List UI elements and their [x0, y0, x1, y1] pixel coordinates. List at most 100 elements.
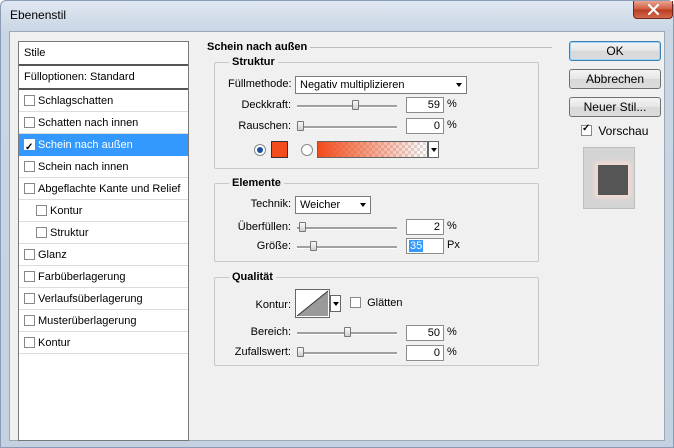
opacity-label: Deckkraft: [241, 99, 291, 111]
style-item-label: Schein nach außen [38, 139, 133, 151]
checkbox-icon[interactable] [24, 182, 35, 194]
spread-label: Überfüllen: [237, 221, 291, 233]
checkbox-icon[interactable] [24, 116, 35, 128]
range-unit: % [447, 326, 457, 338]
gradient-radio[interactable] [301, 144, 313, 156]
style-item-label: Kontur [50, 205, 83, 217]
checkbox-icon[interactable] [36, 226, 47, 238]
style-item[interactable]: Kontur [19, 332, 188, 354]
checkbox-icon[interactable] [24, 248, 35, 260]
close-button[interactable] [633, 1, 673, 19]
style-item-label: Kontur [38, 337, 71, 349]
preview-checkbox[interactable]: Vorschau [581, 123, 648, 138]
elemente-title: Elemente [229, 177, 284, 189]
checkbox-icon [350, 296, 361, 308]
blending-options-item[interactable]: Fülloptionen: Standard [19, 66, 188, 90]
gradient-dropdown-button[interactable] [428, 141, 439, 158]
jitter-input[interactable]: 0 [406, 345, 444, 361]
style-item[interactable]: Abgeflachte Kante und Relief [19, 178, 188, 200]
technique-label: Technik: [250, 198, 291, 210]
style-item[interactable]: Struktur [19, 222, 188, 244]
qualitaet-title: Qualität [229, 271, 276, 283]
jitter-unit: % [447, 346, 457, 358]
group-title: Schein nach außen [204, 41, 311, 53]
struktur-title: Struktur [229, 56, 278, 68]
checkbox-icon [581, 123, 592, 137]
style-item[interactable]: Kontur [19, 200, 188, 222]
style-item[interactable]: Schlagschatten [19, 90, 188, 112]
style-item[interactable]: Schein nach innen [19, 156, 188, 178]
title-bar[interactable]: Ebenenstil [1, 1, 673, 31]
anti-alias-label: Glätten [367, 297, 403, 309]
noise-slider-thumb[interactable] [297, 121, 304, 131]
contour-dropdown-button[interactable] [330, 295, 341, 312]
chevron-down-icon [456, 83, 462, 87]
glow-color-swatch[interactable] [271, 141, 288, 158]
style-item[interactable]: Farbüberlagerung [19, 266, 188, 288]
style-preview [583, 147, 635, 209]
size-input-value: 35 [409, 240, 424, 252]
style-item-label: Verlaufsüberlagerung [38, 293, 143, 305]
checkbox-icon[interactable] [24, 314, 35, 326]
jitter-slider-thumb[interactable] [297, 347, 304, 357]
blend-mode-label: Füllmethode: [228, 78, 292, 90]
jitter-label: Zufallswert: [234, 346, 291, 358]
styles-header[interactable]: Stile [19, 42, 188, 66]
style-item-label: Schein nach innen [38, 161, 129, 173]
opacity-input[interactable]: 59 [406, 97, 444, 113]
noise-unit: % [447, 119, 457, 131]
checkbox-icon[interactable] [24, 160, 35, 172]
style-item[interactable]: Verlaufsüberlagerung [19, 288, 188, 310]
size-input[interactable]: 35 [406, 238, 444, 254]
jitter-slider-track[interactable] [297, 352, 397, 355]
opacity-slider-thumb[interactable] [352, 100, 359, 110]
style-item-label: Glanz [38, 249, 67, 261]
style-item-label: Schlagschatten [38, 95, 114, 107]
noise-input[interactable]: 0 [406, 118, 444, 134]
new-style-button[interactable]: Neuer Stil... [569, 97, 661, 117]
blend-mode-dropdown[interactable]: Negativ multiplizieren [295, 76, 467, 94]
checkbox-icon[interactable] [24, 137, 35, 159]
anti-alias-checkbox[interactable]: Glätten [350, 296, 403, 309]
style-item-label: Struktur [50, 227, 89, 239]
size-unit: Px [447, 239, 460, 251]
style-item[interactable]: Glanz [19, 244, 188, 266]
opacity-slider-track[interactable] [297, 105, 397, 108]
close-icon [647, 4, 660, 15]
spread-slider-track[interactable] [297, 227, 397, 230]
style-item[interactable]: Musterüberlagerung [19, 310, 188, 332]
contour-preview[interactable] [295, 289, 330, 318]
opacity-unit: % [447, 98, 457, 110]
contour-linear-icon [296, 290, 329, 317]
range-slider-thumb[interactable] [344, 327, 351, 337]
checkbox-icon[interactable] [24, 94, 35, 106]
solid-color-radio[interactable] [254, 144, 266, 156]
range-label: Bereich: [250, 326, 291, 338]
cancel-button[interactable]: Abbrechen [569, 69, 661, 89]
checkbox-icon[interactable] [24, 270, 35, 282]
contour-label: Kontur: [255, 299, 291, 311]
style-item-label: Abgeflachte Kante und Relief [38, 183, 181, 195]
noise-slider-track[interactable] [297, 126, 397, 129]
style-preview-swatch [598, 165, 628, 195]
spread-slider-thumb[interactable] [299, 222, 306, 232]
styles-list: Stile Fülloptionen: Standard Schlagschat… [18, 41, 189, 441]
style-item[interactable]: Schein nach außen [19, 134, 188, 159]
outer-glow-group: Schein nach außen Struktur Füllmethode: … [198, 41, 553, 441]
style-item-label: Schatten nach innen [38, 117, 139, 129]
style-item[interactable]: Schatten nach innen [19, 112, 188, 134]
ok-button[interactable]: OK [569, 41, 661, 61]
technique-value: Weicher [300, 199, 341, 211]
size-slider-thumb[interactable] [310, 241, 317, 251]
checkbox-icon[interactable] [36, 204, 47, 216]
gradient-preview[interactable] [317, 141, 428, 158]
checkbox-icon[interactable] [24, 292, 35, 304]
spread-input[interactable]: 2 [406, 219, 444, 235]
window-title: Ebenenstil [10, 8, 67, 22]
style-item-label: Musterüberlagerung [38, 315, 137, 327]
range-input[interactable]: 50 [406, 325, 444, 341]
spread-unit: % [447, 220, 457, 232]
checkbox-icon[interactable] [24, 336, 35, 348]
size-label: Größe: [256, 240, 291, 252]
technique-dropdown[interactable]: Weicher [295, 196, 371, 214]
